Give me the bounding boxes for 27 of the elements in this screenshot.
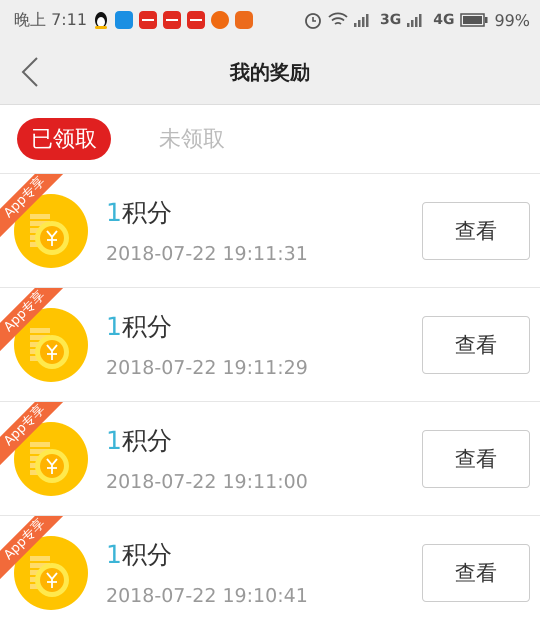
view-button[interactable]: 查看 [422,202,530,260]
alarm-icon [304,11,322,29]
network-label: 3G [380,12,402,28]
app-icon [187,11,206,29]
app-icon [163,11,182,29]
points-label: 1积分 [106,539,173,571]
status-time: 晚上 7:11 [14,10,88,30]
battery-percent: 99% [494,10,530,30]
app-icon [235,11,254,29]
reward-time: 2018-07-22 19:11:31 [106,243,309,265]
reward-time: 2018-07-22 19:11:29 [106,357,309,379]
network-label: 4G [433,12,454,28]
view-button[interactable]: 查看 [422,316,530,374]
reward-time: 2018-07-22 19:10:41 [106,585,309,607]
view-button[interactable]: 查看 [422,544,530,602]
app-icon [139,11,158,29]
back-icon[interactable] [20,56,40,88]
app-icon [211,11,230,29]
tab[interactable]: 已领取 [17,118,111,160]
page-title: 我的奖励 [230,58,310,86]
app-icon [115,11,134,29]
points-label: 1积分 [106,311,173,343]
view-button[interactable]: 查看 [422,430,530,488]
points-label: 1积分 [106,425,173,457]
points-label: 1积分 [106,197,173,229]
reward-time: 2018-07-22 19:11:00 [106,471,309,493]
battery-icon [460,13,488,27]
